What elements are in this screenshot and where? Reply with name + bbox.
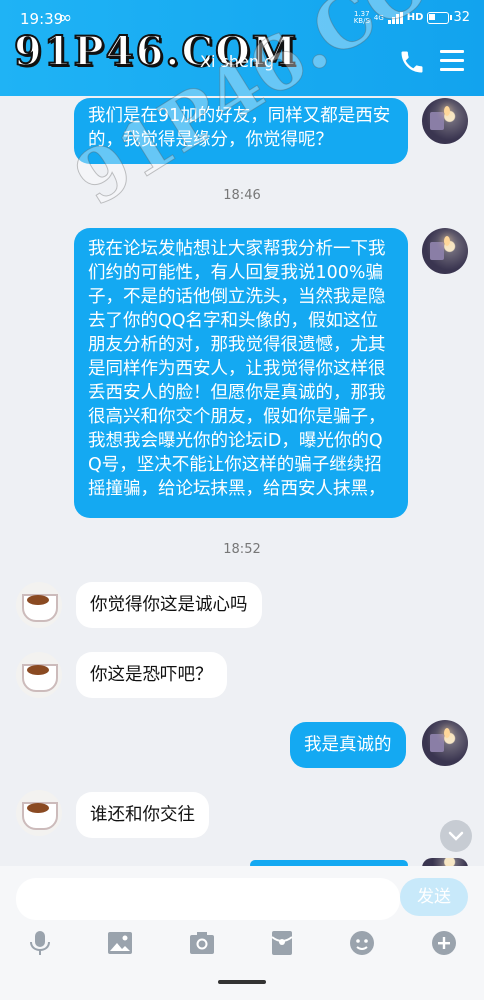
- network-type: 4G: [373, 13, 384, 22]
- sent-message-1[interactable]: 我们是在91加的好友，同样又都是西安的，我觉得是缘分，你觉得呢？: [74, 98, 408, 164]
- contact-avatar[interactable]: [16, 652, 62, 698]
- home-indicator[interactable]: [218, 980, 266, 984]
- hd-badge: HD: [406, 12, 424, 23]
- status-time: 19:39: [20, 10, 64, 28]
- plus-icon[interactable]: [430, 930, 458, 956]
- phone-icon[interactable]: [398, 48, 426, 76]
- sent-message-2[interactable]: 我在论坛发帖想让大家帮我分析一下我们约的可能性，有人回复我说100%骗子，不是的…: [74, 228, 408, 518]
- received-message-2[interactable]: 你这是恐吓吧？: [76, 652, 227, 698]
- battery-icon: [427, 11, 453, 24]
- status-indicators: 1.37 KB/S 4G HD 32: [354, 10, 470, 25]
- mic-icon[interactable]: [26, 930, 54, 956]
- signal-icon: [387, 11, 403, 24]
- received-message-3[interactable]: 谁还和你交往: [76, 792, 209, 838]
- received-message-1[interactable]: 你觉得你这是诚心吗: [76, 582, 262, 628]
- contact-avatar[interactable]: [16, 582, 62, 628]
- scroll-down-button[interactable]: [440, 820, 472, 852]
- my-avatar[interactable]: [422, 228, 468, 274]
- menu-icon[interactable]: [440, 50, 464, 72]
- timestamp-1: 18:46: [223, 188, 261, 203]
- chevron-down-icon: [448, 831, 464, 841]
- network-speed: 1.37 KB/S: [353, 9, 370, 25]
- my-avatar[interactable]: [422, 98, 468, 144]
- contact-name[interactable]: Xi shen g: [200, 52, 274, 71]
- battery-level: 32: [453, 10, 470, 25]
- my-avatar[interactable]: [422, 720, 468, 766]
- contact-avatar[interactable]: [16, 790, 62, 836]
- input-area: 发送: [0, 866, 484, 1000]
- camera-icon[interactable]: [188, 930, 216, 956]
- timestamp-2: 18:52: [223, 542, 261, 557]
- infinity-icon: ∞: [58, 8, 73, 28]
- top-header: 19:39 ∞ 1.37 KB/S 4G HD 32 91P46.COM Xi s…: [0, 0, 484, 96]
- sent-message-3[interactable]: 我是真诚的: [290, 722, 406, 768]
- message-input[interactable]: [16, 878, 400, 920]
- emoji-icon[interactable]: [348, 930, 376, 956]
- image-icon[interactable]: [106, 930, 134, 956]
- red-packet-icon[interactable]: [268, 930, 296, 956]
- send-button[interactable]: 发送: [400, 878, 468, 916]
